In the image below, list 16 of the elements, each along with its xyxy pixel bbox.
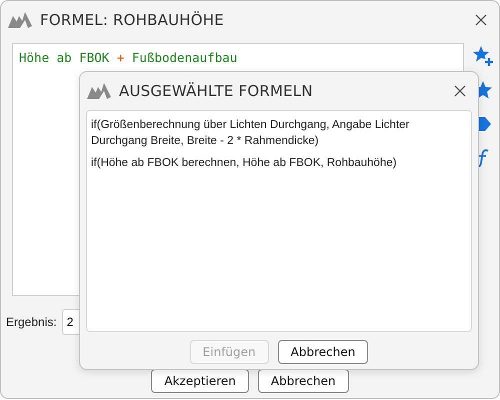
logo-icon xyxy=(8,12,32,28)
dialog-title: AUSGEWÄHLTE FORMELN xyxy=(119,82,314,100)
close-icon[interactable] xyxy=(452,83,468,99)
cancel-button[interactable]: Abbrechen xyxy=(278,340,368,364)
formula-term: Höhe ab FBOK xyxy=(19,50,110,65)
logo-icon xyxy=(87,83,111,99)
cancel-button[interactable]: Abbrechen xyxy=(258,369,349,393)
formula-term: Fußbodenaufbau xyxy=(132,50,238,65)
accept-button[interactable]: Akzeptieren xyxy=(151,369,249,393)
star-plus-icon[interactable] xyxy=(472,45,494,67)
window-title: FORMEL: ROHBAUHÖHE xyxy=(40,11,225,29)
close-icon[interactable] xyxy=(473,12,489,28)
formula-item[interactable]: if(Größenberechnung über Lichten Durchgang, Angabe Lichter Durchgang Breite, Breite - 2 * Rahmendicke) xyxy=(91,117,467,149)
result-label: Ergebnis: xyxy=(6,315,57,329)
formula-item[interactable]: if(Höhe ab FBOK berechnen, Höhe ab FBOK, Rohbauhöhe) xyxy=(91,155,467,171)
formula-operator: + xyxy=(116,50,124,65)
